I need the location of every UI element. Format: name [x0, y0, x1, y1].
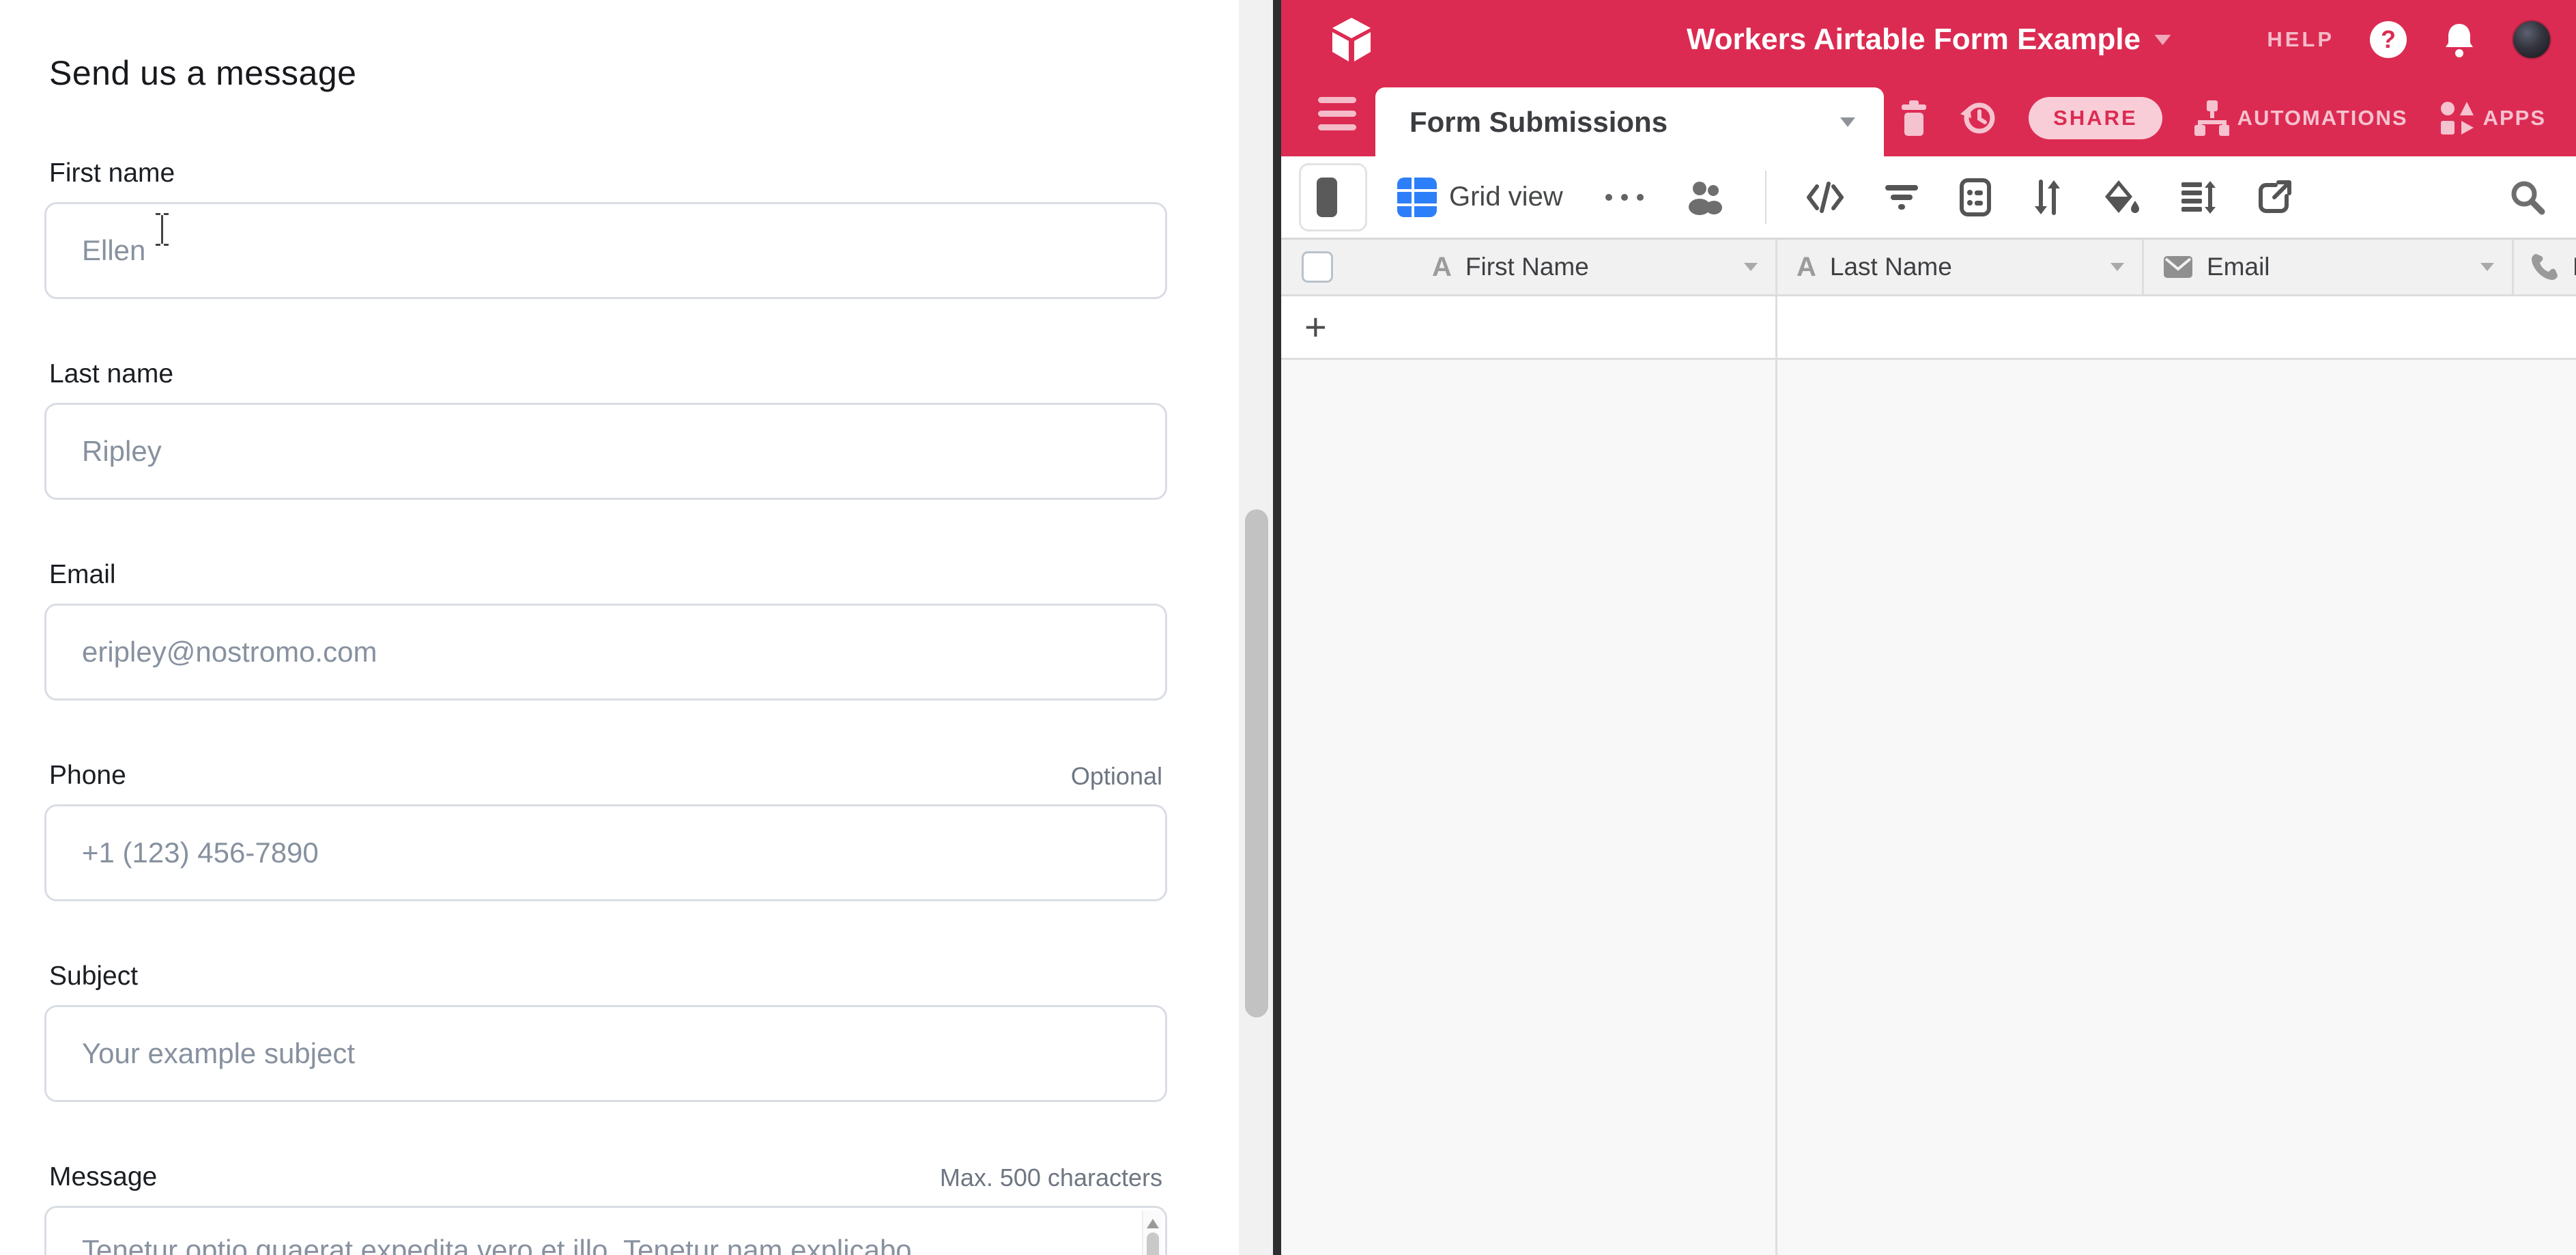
contact-form-pane: Send us a message First name Ellen Last … — [0, 0, 1239, 1255]
screen: Send us a message First name Ellen Last … — [0, 0, 2576, 1255]
help-button[interactable]: HELP — [2267, 27, 2334, 52]
page-scrollbar[interactable] — [1239, 0, 1273, 1255]
group-icon[interactable] — [1959, 178, 1992, 216]
grid-view-icon — [1397, 178, 1437, 217]
first-name-field: First name Ellen — [44, 158, 1167, 299]
phone-field-icon — [2530, 253, 2559, 281]
phone-input[interactable]: +1 (123) 456-7890 — [44, 804, 1167, 901]
message-max-note: Max. 500 characters — [940, 1164, 1162, 1192]
phone-placeholder: +1 (123) 456-7890 — [82, 836, 319, 869]
phone-optional-note: Optional — [1071, 762, 1162, 791]
airtable-box-logo[interactable] — [1329, 16, 1374, 64]
view-name[interactable]: Grid view — [1449, 182, 1563, 212]
grid-canvas — [1281, 360, 2576, 1255]
history-icon[interactable] — [1959, 99, 1997, 137]
column-caret-icon[interactable] — [2110, 263, 2124, 271]
airtable-viewbar: Grid view — [1281, 156, 2576, 240]
email-input[interactable]: eripley@nostromo.com — [44, 604, 1167, 701]
first-name-input[interactable]: Ellen — [44, 202, 1167, 299]
subject-label: Subject — [49, 961, 138, 991]
page-scroll-thumb[interactable] — [1245, 509, 1268, 1017]
sidebar-toggle-icon[interactable] — [1299, 163, 1367, 231]
text-cursor — [154, 213, 169, 246]
last-name-placeholder: Ripley — [82, 435, 162, 468]
last-name-field: Last name Ripley — [44, 359, 1167, 500]
apps-icon — [2439, 100, 2475, 136]
column-name: First Name — [1465, 253, 1589, 281]
code-icon[interactable] — [1806, 181, 1844, 214]
menu-icon[interactable] — [1318, 97, 1356, 138]
column-header-phone[interactable]: P — [2514, 240, 2576, 294]
search-icon[interactable] — [2509, 179, 2546, 216]
last-name-input[interactable]: Ripley — [44, 403, 1167, 500]
subject-placeholder: Your example subject — [82, 1037, 355, 1070]
share-view-icon[interactable] — [2257, 180, 2292, 215]
airtable-tabbar: Form Submissions — [1281, 79, 2576, 156]
column-header-first-name[interactable]: A First Name — [1413, 240, 1777, 294]
frozen-column-divider — [1775, 296, 1777, 1255]
row-height-icon[interactable] — [2180, 180, 2217, 215]
color-icon[interactable] — [2102, 179, 2141, 216]
column-caret-icon[interactable] — [2480, 263, 2494, 271]
share-button-label: SHARE — [2053, 106, 2138, 130]
collaborators-icon[interactable] — [1683, 180, 1726, 215]
email-field: Email eripley@nostromo.com — [44, 560, 1167, 701]
window-divider — [1273, 0, 1281, 1255]
sort-icon[interactable] — [2031, 179, 2063, 216]
bell-icon[interactable] — [2442, 21, 2476, 58]
message-label: Message — [49, 1162, 157, 1192]
phone-field: Phone Optional +1 (123) 456-7890 — [44, 761, 1167, 901]
automations-button[interactable]: AUTOMATIONS — [2194, 99, 2408, 137]
email-placeholder: eripley@nostromo.com — [82, 636, 377, 668]
ellipsis-icon[interactable] — [1605, 194, 1644, 201]
first-name-label: First name — [49, 158, 175, 188]
select-all-checkbox[interactable] — [1302, 251, 1333, 283]
subject-input[interactable]: Your example subject — [44, 1005, 1167, 1102]
table-tab-label: Form Submissions — [1409, 106, 1668, 139]
base-title: Workers Airtable Form Example — [1687, 23, 2141, 57]
column-name: P — [2573, 253, 2576, 281]
message-text: Tenetur optio quaerat expedita vero et i… — [82, 1234, 912, 1255]
grid-column-headers: A First Name A Last Name Email — [1281, 240, 2576, 296]
subject-field: Subject Your example subject — [44, 961, 1167, 1102]
column-header-last-name[interactable]: A Last Name — [1777, 240, 2144, 294]
airtable-topbar: Workers Airtable Form Example HELP ? — [1281, 0, 2576, 79]
single-line-text-icon: A — [1797, 253, 1816, 281]
scroll-up-arrow-icon[interactable] — [1147, 1219, 1159, 1228]
column-caret-icon[interactable] — [1744, 263, 1758, 271]
apps-button[interactable]: APPS — [2439, 100, 2546, 136]
table-tab-form-submissions[interactable]: Form Submissions — [1375, 87, 1884, 156]
column-name: Email — [2207, 253, 2270, 281]
email-label: Email — [49, 560, 116, 590]
airtable-pane: Workers Airtable Form Example HELP ? For… — [1281, 0, 2576, 1255]
column-header-email[interactable]: Email — [2144, 240, 2514, 294]
form-title: Send us a message — [44, 53, 1167, 93]
message-field: Message Max. 500 characters Tenetur opti… — [44, 1162, 1167, 1255]
add-row-plus-icon[interactable]: + — [1304, 308, 1327, 346]
share-button[interactable]: SHARE — [2029, 97, 2162, 139]
select-all-cell — [1281, 240, 1413, 294]
trash-icon[interactable] — [1900, 99, 1928, 137]
email-field-icon — [2163, 255, 2193, 279]
apps-label: APPS — [2483, 106, 2546, 130]
first-name-placeholder: Ellen — [82, 234, 145, 267]
single-line-text-icon: A — [1432, 253, 1452, 281]
toolbar-divider — [1765, 171, 1766, 224]
base-title-group[interactable]: Workers Airtable Form Example — [1687, 0, 2171, 79]
automations-icon — [2194, 99, 2229, 137]
user-avatar[interactable] — [2512, 20, 2551, 59]
table-tab-caret-icon — [1840, 117, 1855, 127]
last-name-label: Last name — [49, 359, 173, 389]
base-title-caret-icon — [2154, 35, 2171, 45]
textarea-scroll-thumb[interactable] — [1147, 1232, 1159, 1255]
add-row[interactable]: + — [1281, 296, 2576, 360]
help-circle-icon[interactable]: ? — [2370, 21, 2407, 58]
phone-label: Phone — [49, 761, 126, 791]
filter-icon[interactable] — [1884, 181, 1919, 214]
automations-label: AUTOMATIONS — [2237, 106, 2408, 130]
textarea-scrollbar[interactable] — [1142, 1211, 1162, 1255]
column-name: Last Name — [1830, 253, 1952, 281]
message-textarea[interactable]: Tenetur optio quaerat expedita vero et i… — [44, 1206, 1167, 1255]
